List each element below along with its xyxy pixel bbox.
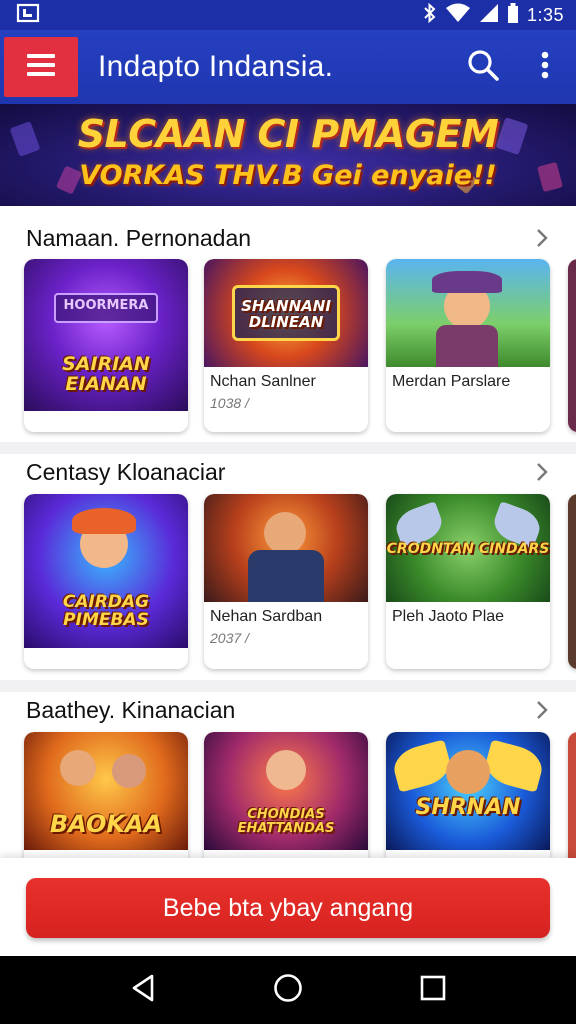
- game-card[interactable]: CAIRDAG PIMEBAS: [24, 494, 188, 669]
- game-card[interactable]: SHRNAN: [386, 732, 550, 858]
- status-bar: 1:35: [0, 0, 576, 30]
- game-card-partial[interactable]: [568, 732, 576, 858]
- section-title: Centasy Kloanaciar: [26, 458, 226, 485]
- game-thumbnail: CAIRDAG PIMEBAS: [24, 494, 188, 648]
- game-thumbnail: BAOKAA: [24, 732, 188, 850]
- game-card[interactable]: Merdan Parslare: [386, 259, 550, 432]
- game-thumbnail: SHANNANI DLINEAN: [204, 259, 368, 367]
- game-thumbnail: CHONDIAS EHATTANDAS: [204, 732, 368, 850]
- game-name: Nchan Sanlner: [210, 373, 316, 390]
- game-card[interactable]: CHONDIAS EHATTANDAS: [204, 732, 368, 858]
- battery-icon: [507, 2, 519, 28]
- back-button[interactable]: [113, 960, 173, 1020]
- recents-button[interactable]: [403, 960, 463, 1020]
- menu-button[interactable]: [4, 37, 78, 97]
- banner-headline: SLCAAN CI PMAGEM: [77, 112, 499, 156]
- chevron-right-icon[interactable]: [532, 460, 552, 484]
- back-icon: [130, 974, 156, 1007]
- game-thumbnail: [386, 259, 550, 367]
- game-card[interactable]: Nehan Sardban 2037 /: [204, 494, 368, 669]
- game-card[interactable]: SHANNANI DLINEAN Nchan Sanlner 1038 /: [204, 259, 368, 432]
- character-art: [446, 750, 490, 794]
- section-header[interactable]: Namaan. Pernonadan: [26, 220, 552, 256]
- more-vertical-icon: [541, 51, 549, 84]
- signal-icon: [479, 3, 499, 28]
- section-1: Namaan. Pernonadan HOORMERA SAIRIAN EIAN…: [0, 206, 576, 442]
- game-thumbnail: CRODNTAN CINDARS: [386, 494, 550, 602]
- game-art-title: CAIRDAG PIMEBAS: [62, 592, 150, 630]
- game-card[interactable]: BAOKAA: [24, 732, 188, 858]
- promo-banner[interactable]: SLCAAN CI PMAGEM VORKAS THV.B Gei enyaie…: [0, 104, 576, 206]
- hamburger-menu-icon: [27, 53, 55, 81]
- system-nav-bar: [0, 956, 576, 1024]
- search-button[interactable]: [452, 37, 514, 97]
- app-bar: Indapto Indansia.: [0, 30, 576, 104]
- game-art-title: CRODNTAN CINDARS: [386, 541, 550, 557]
- cta-area: Bebe bta ybay angang: [0, 858, 576, 956]
- section-title: Baathey. Kinanacian: [26, 696, 236, 723]
- game-meta: 1038 /: [210, 395, 249, 411]
- character-art: [264, 512, 306, 554]
- character-art: [60, 750, 96, 786]
- more-options-button[interactable]: [514, 37, 576, 97]
- game-card[interactable]: CRODNTAN CINDARS Pleh Jaoto Plae: [386, 494, 550, 669]
- game-card[interactable]: HOORMERA SAIRIAN EIANAN: [24, 259, 188, 432]
- game-art-title: SHANNANI DLINEAN: [241, 297, 331, 331]
- character-art: [112, 754, 146, 788]
- home-icon: [273, 973, 303, 1008]
- app-actions: [452, 37, 576, 97]
- game-thumbnail: HOORMERA SAIRIAN EIANAN: [24, 259, 188, 411]
- card-row: CAIRDAG PIMEBAS Nehan Sardban 2037 / CRO…: [24, 494, 576, 674]
- character-art: [266, 750, 306, 790]
- card-row: HOORMERA SAIRIAN EIANAN SHANNANI DLINEAN…: [24, 259, 576, 439]
- section-2: Centasy Kloanaciar CAIRDAG PIMEBAS Nehan…: [0, 454, 576, 680]
- content-list[interactable]: Namaan. Pernonadan HOORMERA SAIRIAN EIAN…: [0, 206, 576, 858]
- chevron-right-icon[interactable]: [532, 226, 552, 250]
- card-body: Nehan Sardban 2037 /: [204, 602, 368, 654]
- status-left: [16, 3, 40, 28]
- home-button[interactable]: [258, 960, 318, 1020]
- app-screen: 1:35 Indapto Indansia. SLCAAN CI PMAGEM …: [0, 0, 576, 1024]
- status-right: 1:35: [423, 2, 564, 28]
- game-name: Pleh Jaoto Plae: [392, 608, 505, 625]
- game-art-title: BAOKAA: [49, 810, 163, 838]
- card-body: Pleh Jaoto Plae: [386, 602, 550, 638]
- bluetooth-icon: [423, 2, 437, 28]
- chevron-right-icon[interactable]: [532, 698, 552, 722]
- game-card-partial[interactable]: [568, 259, 576, 432]
- cta-button[interactable]: Bebe bta ybay angang: [26, 878, 550, 938]
- section-title: Namaan. Pernonadan: [26, 224, 252, 251]
- game-name: Merdan Parslare: [392, 373, 511, 390]
- wifi-icon: [445, 3, 471, 28]
- status-time: 1:35: [526, 4, 564, 25]
- search-icon: [466, 48, 500, 87]
- app-title: Indapto Indansia.: [98, 50, 334, 83]
- game-thumbnail: [204, 494, 368, 602]
- game-art-title: SAIRIAN EIANAN: [62, 353, 150, 395]
- section-header[interactable]: Centasy Kloanaciar: [26, 454, 552, 490]
- game-name: Nehan Sardban: [210, 608, 323, 625]
- game-art-title: SHRNAN: [415, 795, 521, 820]
- card-row: BAOKAA CHONDIAS EHATTANDAS SHRNAN: [24, 732, 576, 858]
- game-art-sign: HOORMERA: [63, 298, 149, 313]
- game-meta: 2037 /: [210, 630, 249, 646]
- game-art-title: CHONDIAS EHATTANDAS: [237, 807, 335, 836]
- game-card-partial[interactable]: [568, 494, 576, 669]
- section-3: Baathey. Kinanacian BAOKAA CHONDIAS EHAT…: [0, 692, 576, 858]
- section-divider: [0, 442, 576, 454]
- card-body: Nchan Sanlner 1038 /: [204, 367, 368, 419]
- section-divider: [0, 680, 576, 692]
- card-body: Merdan Parslare: [386, 367, 550, 403]
- notification-icon: [16, 3, 40, 28]
- recents-icon: [420, 975, 446, 1006]
- section-header[interactable]: Baathey. Kinanacian: [26, 692, 552, 728]
- banner-subheadline: VORKAS THV.B Gei enyaie!!: [79, 160, 497, 191]
- game-thumbnail: SHRNAN: [386, 732, 550, 850]
